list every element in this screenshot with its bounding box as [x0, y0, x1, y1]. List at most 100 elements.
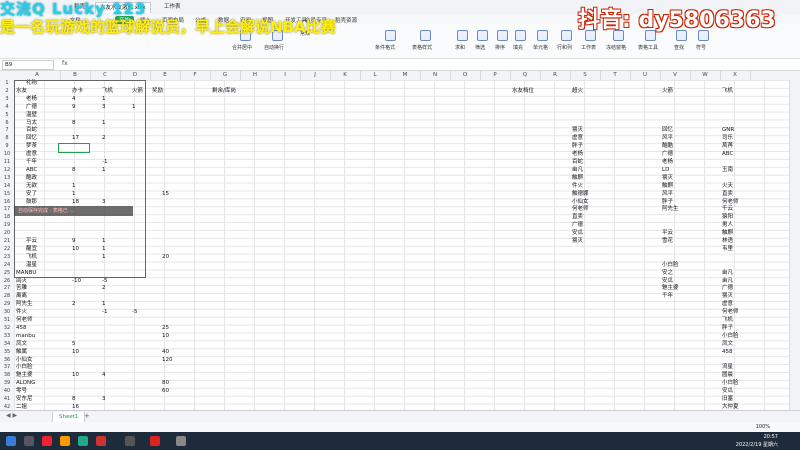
name-cell[interactable]: 温壁 [26, 112, 37, 120]
header-fan-cell[interactable]: 水友 [16, 88, 27, 96]
worksheet-button[interactable]: 工作表 [581, 44, 596, 51]
column-header-Q[interactable]: Q [510, 71, 541, 80]
search-icon[interactable] [24, 436, 34, 446]
superfire-name-cell[interactable]: 猥灭 [572, 238, 583, 246]
reward-value-cell[interactable]: 120 [162, 357, 173, 365]
plane-name-cell[interactable]: 韦里 [722, 246, 733, 254]
plane-name-cell[interactable]: 458 [722, 349, 733, 357]
name-cell[interactable]: 梦茶 [26, 143, 37, 151]
row-header-21[interactable]: 21 [0, 238, 14, 246]
plane-name-cell[interactable]: 火天 [722, 183, 733, 191]
freeze-panes-button[interactable]: 冻结窗格 [606, 44, 626, 51]
media-icon[interactable] [125, 436, 135, 446]
plane-value-cell[interactable]: 3 [102, 104, 106, 112]
window-icon[interactable] [176, 436, 186, 446]
plane-name-cell[interactable]: 直卖 [722, 191, 733, 199]
table-style-button[interactable]: 表格样式 [412, 44, 432, 51]
column-header-R[interactable]: R [540, 71, 571, 80]
row-header-2[interactable]: 2 [0, 88, 14, 96]
conditional-format-button[interactable]: 条件格式 [375, 44, 395, 51]
card-value-cell[interactable]: 8 [72, 396, 76, 404]
rocket-name-cell[interactable]: 雪花 [662, 238, 673, 246]
reward-value-cell[interactable]: 80 [162, 380, 169, 388]
card-value-cell[interactable]: 1 [72, 191, 76, 199]
row-header-7[interactable]: 7 [0, 127, 14, 135]
plane-name-cell[interactable]: 飞机 [722, 317, 733, 325]
rocket-name-cell[interactable]: 触麒 [662, 183, 673, 191]
card-value-cell[interactable]: 8 [72, 167, 76, 175]
plane-name-cell[interactable]: 小白脸 [722, 380, 739, 388]
rocket-name-cell[interactable]: 阿先生 [662, 206, 679, 214]
row-header-25[interactable]: 25 [0, 270, 14, 278]
header-superfire-cell[interactable]: 超火 [572, 88, 583, 96]
column-header-A[interactable]: A [14, 71, 61, 80]
card-value-cell[interactable]: 10 [72, 372, 79, 380]
row-col-icon[interactable] [561, 30, 572, 41]
reward-value-cell[interactable]: 25 [162, 325, 169, 333]
name-cell[interactable]: MANBU [16, 270, 36, 278]
name-cell[interactable]: 平云 [26, 238, 37, 246]
name-cell[interactable]: 何老师 [16, 317, 33, 325]
row-header-16[interactable]: 16 [0, 199, 14, 207]
sum-button[interactable]: 求和 [455, 44, 465, 51]
symbol-button[interactable]: 符号 [696, 44, 706, 51]
superfire-name-cell[interactable]: 件火 [572, 183, 583, 191]
row-header-29[interactable]: 29 [0, 301, 14, 309]
plane-name-cell[interactable]: 男人 [722, 222, 733, 230]
plane-value-cell[interactable]: 1 [102, 254, 106, 262]
plane-name-cell[interactable]: 何老师 [722, 309, 739, 317]
spreadsheet-grid[interactable]: 礼物 水友 办卡 飞机 火箭 奖励 剩余/库岗 水友档位 超火 火箭 飞机 老杨 广德 温壁 马太 百蛇 回忆梦… [14, 80, 800, 434]
rocket-value-cell[interactable]: -5 [132, 309, 137, 317]
table-tools-button[interactable]: 表格工具 [638, 44, 658, 51]
table-style-icon[interactable] [420, 30, 431, 41]
folder-icon[interactable] [60, 436, 70, 446]
name-cell[interactable]: 醒宜 [26, 246, 37, 254]
filter-icon[interactable] [477, 30, 488, 41]
header-plane-cell[interactable]: 飞机 [102, 88, 113, 96]
plane-value-cell[interactable]: 1 [102, 246, 106, 254]
column-header-T[interactable]: T [600, 71, 631, 80]
row-header-13[interactable]: 13 [0, 175, 14, 183]
row-header-35[interactable]: 35 [0, 349, 14, 357]
row-header-19[interactable]: 19 [0, 222, 14, 230]
column-header-V[interactable]: V [660, 71, 691, 80]
plane-value-cell[interactable]: 2 [102, 135, 106, 143]
row-header-9[interactable]: 9 [0, 143, 14, 151]
column-header-L[interactable]: L [360, 71, 391, 80]
reward-value-cell[interactable]: 20 [162, 254, 169, 262]
cell-button[interactable]: 单元格 [533, 44, 548, 51]
plane-value-cell[interactable]: 1 [102, 96, 106, 104]
card-value-cell[interactable]: 9 [72, 104, 76, 112]
name-cell[interactable]: 458 [16, 325, 27, 333]
header-rocket2-cell[interactable]: 火箭 [662, 88, 673, 96]
app-icon[interactable] [42, 436, 52, 446]
row-header-36[interactable]: 36 [0, 357, 14, 365]
wrap-text-button[interactable]: 自动换行 [264, 44, 284, 51]
column-header-G[interactable]: G [210, 71, 241, 80]
row-col-button[interactable]: 行和列 [557, 44, 572, 51]
rocket-name-cell[interactable]: 平云 [662, 230, 673, 238]
card-value-cell[interactable]: 10 [72, 246, 79, 254]
ribbon-tab-resources[interactable]: 稻壳资源 [335, 16, 357, 24]
row-header-4[interactable]: 4 [0, 104, 14, 112]
plane-value-cell[interactable]: 2 [102, 285, 106, 293]
plane-value-cell[interactable]: 1 [102, 301, 106, 309]
plane-name-cell[interactable]: 胖子 [722, 325, 733, 333]
name-cell[interactable]: 温星 [26, 262, 37, 270]
name-cell[interactable]: 飞机 [26, 254, 37, 262]
rocket-name-cell[interactable]: 小白脸 [662, 262, 679, 270]
column-header-I[interactable]: I [270, 71, 301, 80]
row-header-39[interactable]: 39 [0, 380, 14, 388]
superfire-name-cell[interactable]: 安瓜 [572, 230, 583, 238]
name-cell[interactable]: ABC [26, 167, 37, 175]
rocket-name-cell[interactable]: 酷酷 [662, 143, 673, 151]
column-header-J[interactable]: J [300, 71, 331, 80]
name-cell[interactable]: 阿先生 [16, 301, 33, 309]
plane-name-cell[interactable]: 虚意 [722, 301, 733, 309]
card-value-cell[interactable]: 8 [72, 120, 76, 128]
row-header-38[interactable]: 38 [0, 372, 14, 380]
name-cell[interactable]: manbu [16, 333, 35, 341]
row-header-1[interactable]: 1 [0, 80, 14, 88]
start-icon[interactable] [6, 436, 16, 446]
superfire-name-cell[interactable]: 胖子 [572, 143, 583, 151]
